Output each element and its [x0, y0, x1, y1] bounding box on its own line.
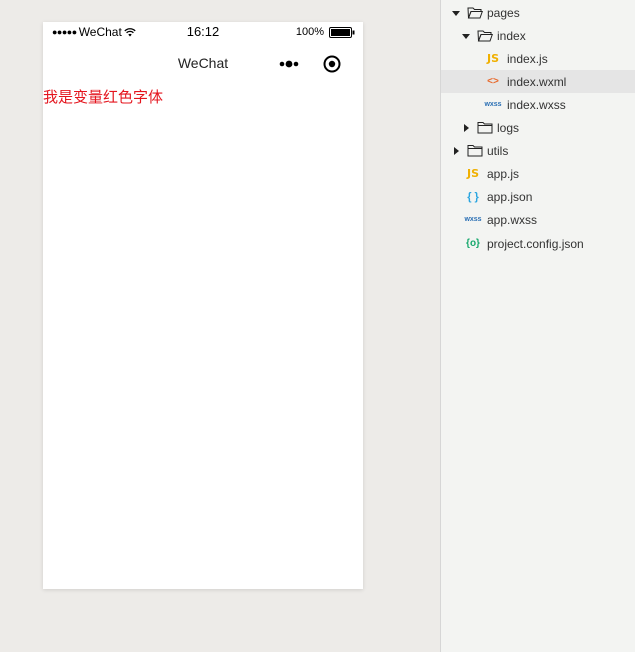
- tree-folder-pages[interactable]: pages: [441, 1, 635, 24]
- tree-item-label: app.wxss: [487, 212, 538, 227]
- chevron-down-icon: [452, 10, 460, 16]
- folder-open-icon: [477, 30, 493, 42]
- folder-icon: [467, 145, 483, 157]
- tree-file-index-wxss[interactable]: wxss index.wxss: [441, 93, 635, 116]
- tree-item-label: index: [497, 28, 526, 43]
- battery-icon: [329, 26, 355, 38]
- tree-file-app-js[interactable]: JS app.js: [441, 162, 635, 185]
- tree-item-label: index.wxml: [507, 74, 567, 89]
- config-file-icon: {o}: [466, 238, 480, 249]
- tree-item-label: app.json: [487, 189, 533, 204]
- chevron-down-icon: [462, 33, 470, 39]
- status-bar-right: 100%: [296, 26, 355, 38]
- wxss-file-icon: wxss: [484, 101, 502, 108]
- capsule-menu: [279, 55, 341, 73]
- wxml-file-icon: <>: [487, 76, 499, 87]
- chevron-right-icon: [464, 123, 469, 132]
- chevron-right-icon: [454, 146, 459, 155]
- tree-folder-utils[interactable]: utils: [441, 139, 635, 162]
- tree-item-label: utils: [487, 143, 509, 158]
- tree-item-label: index.js: [507, 51, 548, 66]
- phone-simulator: ●●●●● WeChat 16:12 100% WeChat 我是变量红色字体: [43, 22, 363, 589]
- tree-file-index-wxml[interactable]: <> index.wxml: [441, 70, 635, 93]
- tree-folder-index[interactable]: index: [441, 24, 635, 47]
- tree-item-label: index.wxss: [507, 97, 566, 112]
- folder-icon: [477, 122, 493, 134]
- tree-item-label: app.js: [487, 166, 520, 181]
- javascript-file-icon: JS: [486, 52, 499, 65]
- close-mini-program-icon[interactable]: [323, 55, 341, 73]
- tree-file-app-wxss[interactable]: wxss app.wxss: [441, 208, 635, 231]
- wxss-file-icon: wxss: [464, 216, 482, 223]
- tree-file-app-json[interactable]: { } app.json: [441, 185, 635, 208]
- json-file-icon: { }: [467, 190, 479, 203]
- tree-item-label: project.config.json: [487, 236, 584, 251]
- file-tree: pages index JS index.js <> index.wxml wx…: [441, 0, 635, 652]
- status-bar: ●●●●● WeChat 16:12 100%: [43, 22, 363, 42]
- tree-file-project-config-json[interactable]: {o} project.config.json: [441, 232, 635, 255]
- content-text: 我是变量红色字体: [43, 88, 164, 106]
- tree-folder-logs[interactable]: logs: [441, 116, 635, 139]
- tree-item-label: pages: [487, 5, 520, 20]
- tree-item-label: logs: [497, 120, 520, 135]
- battery-percentage: 100%: [295, 26, 324, 38]
- folder-open-icon: [467, 7, 483, 19]
- more-options-icon[interactable]: [279, 59, 301, 69]
- tree-file-index-js[interactable]: JS index.js: [441, 47, 635, 70]
- javascript-file-icon: JS: [466, 167, 479, 180]
